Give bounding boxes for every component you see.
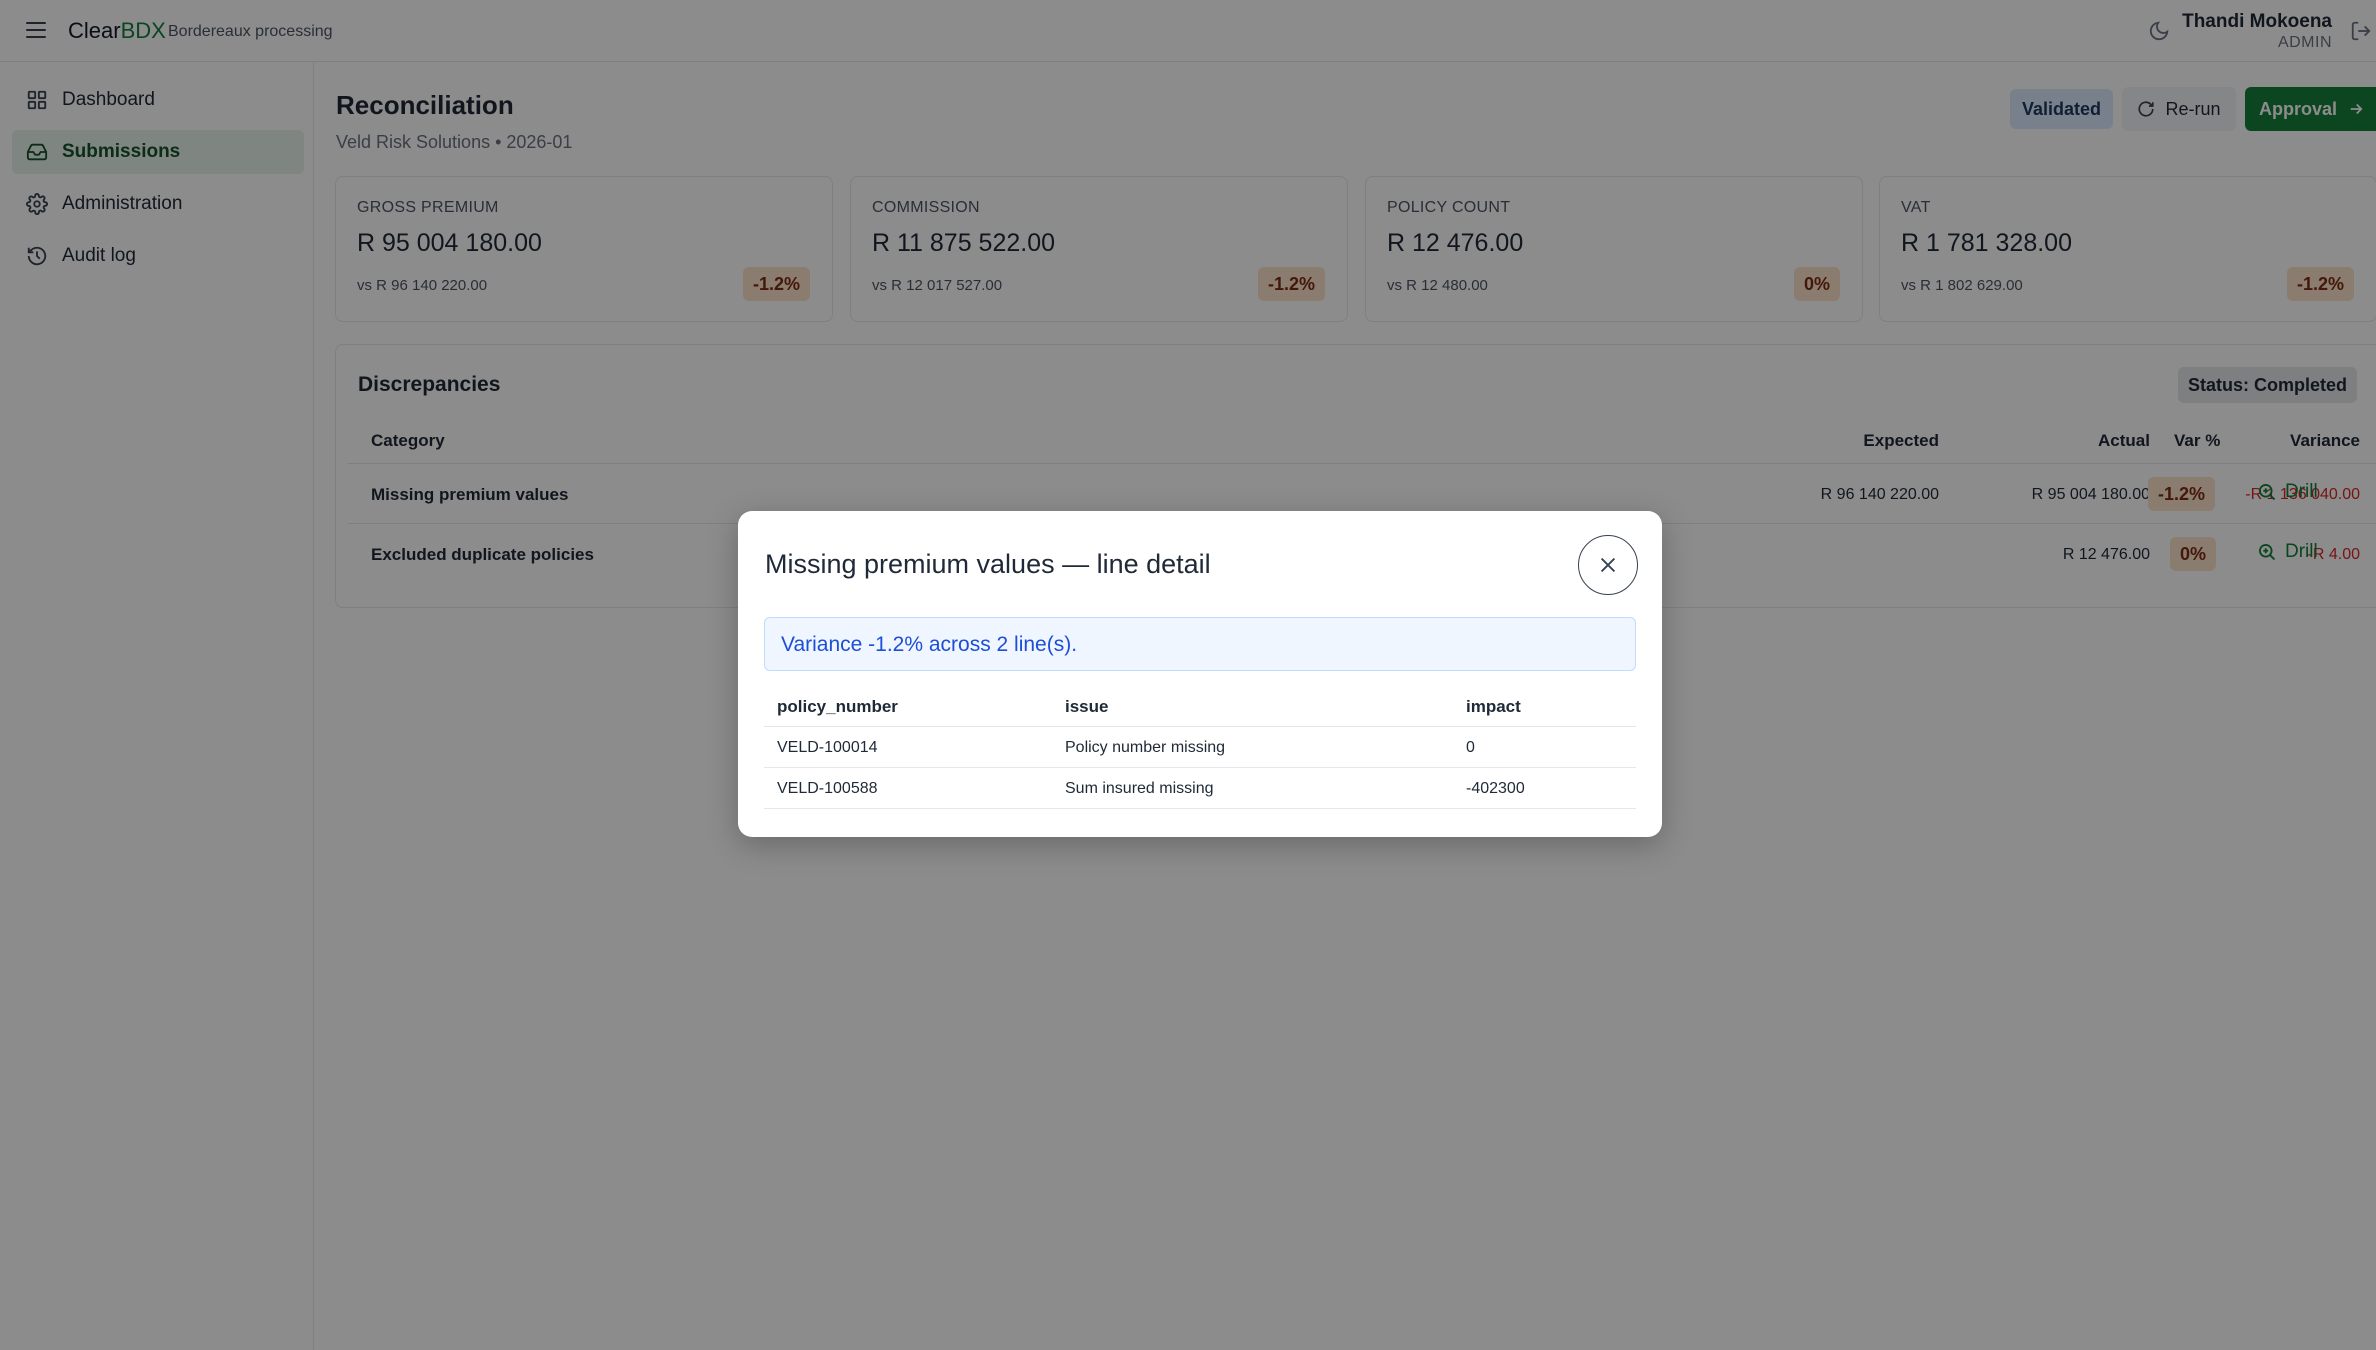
divider (764, 767, 1636, 768)
column-header-issue: issue (1065, 697, 1109, 716)
column-header-impact: impact (1466, 697, 1521, 716)
divider (764, 726, 1636, 727)
close-icon (1600, 557, 1616, 573)
cell-impact: 0 (1466, 739, 1475, 756)
cell-impact: -402300 (1466, 780, 1525, 797)
cell-issue: Sum insured missing (1065, 780, 1214, 797)
cell-policy-number: VELD-100588 (777, 780, 878, 797)
modal-title: Missing premium values — line detail (765, 549, 1211, 579)
divider (764, 808, 1636, 809)
variance-alert: Variance -1.2% across 2 line(s). (764, 617, 1636, 671)
cell-issue: Policy number missing (1065, 739, 1226, 756)
cell-policy-number: VELD-100014 (777, 739, 878, 756)
line-detail-modal: Missing premium values — line detail Var… (738, 511, 1662, 837)
close-button[interactable] (1578, 535, 1638, 595)
column-header-policy-number: policy_number (777, 697, 898, 716)
